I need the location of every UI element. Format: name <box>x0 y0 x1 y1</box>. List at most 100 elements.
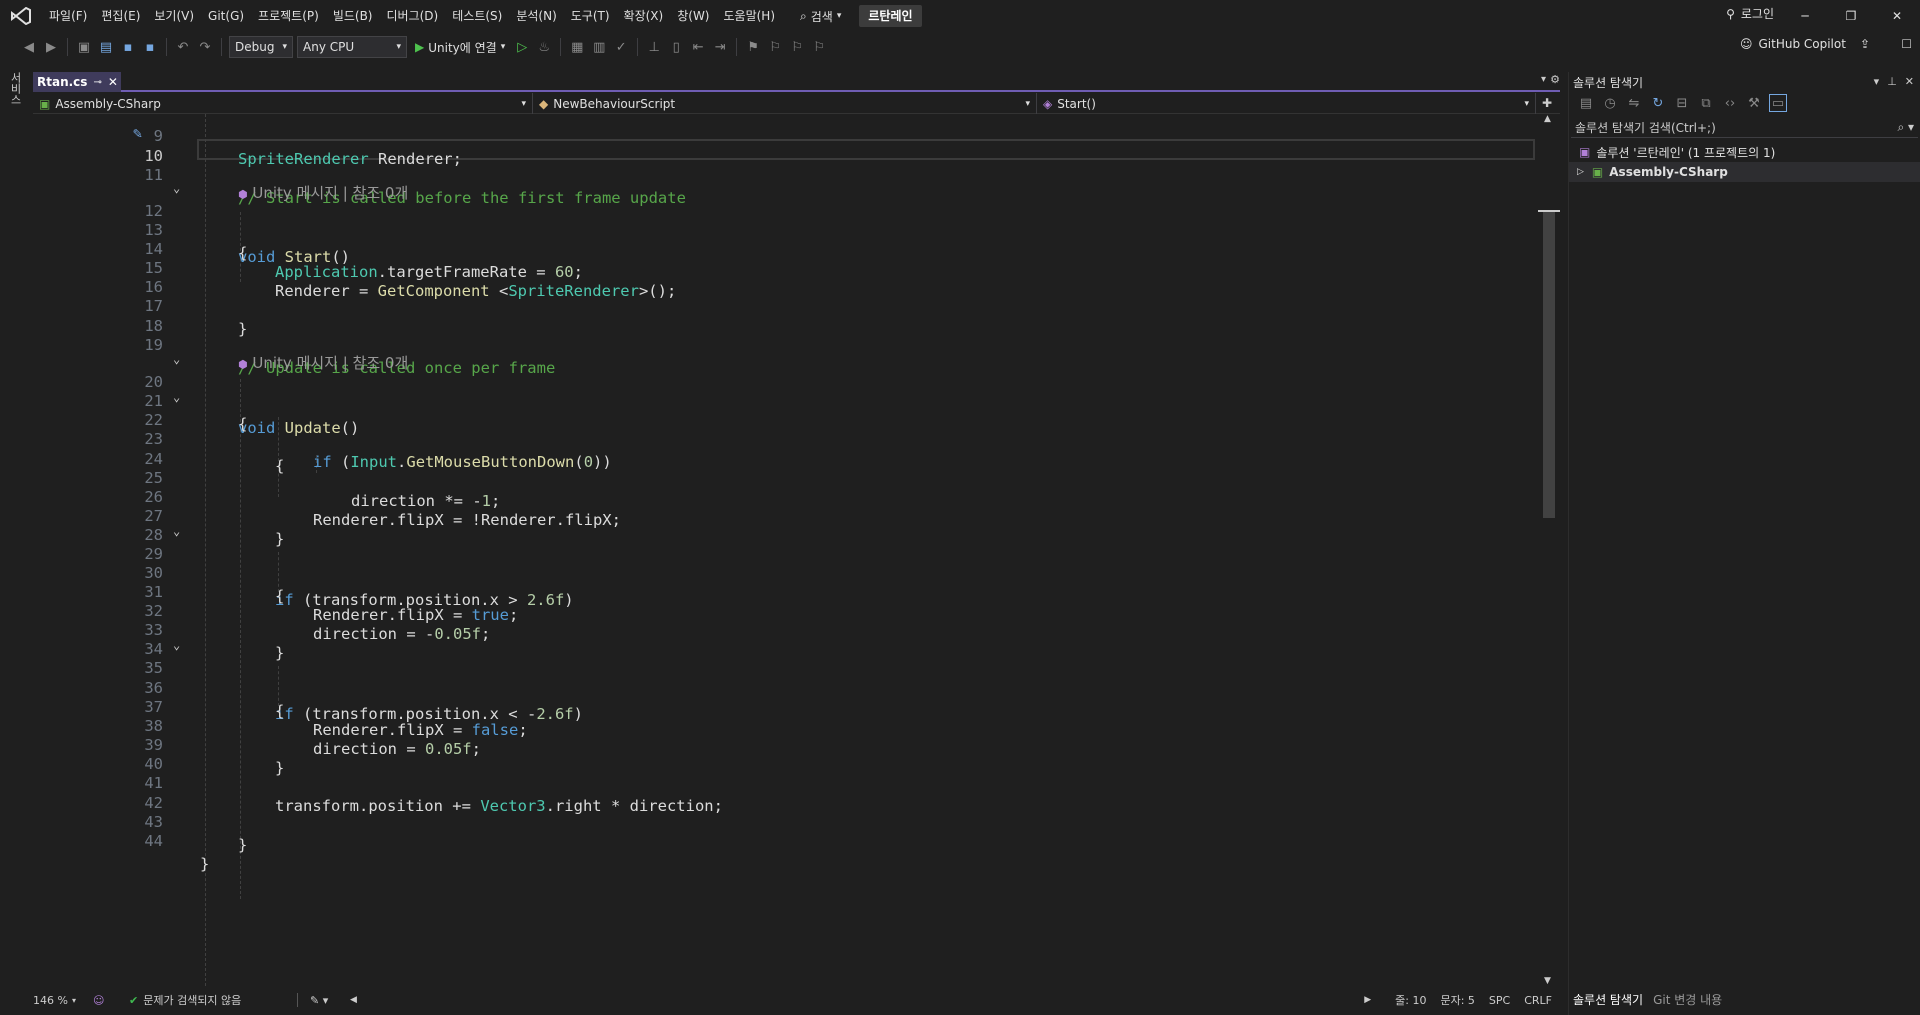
class-icon: ◆ <box>539 96 549 111</box>
global-search-button[interactable]: ⌕ 검색 ▾ <box>792 5 849 27</box>
outdent-icon[interactable]: ⇤ <box>689 38 707 56</box>
spell-check-icon[interactable]: ✓ <box>612 38 630 56</box>
left-tool-strip <box>0 62 28 1000</box>
switch-views-icon[interactable]: ▤ <box>1577 94 1595 112</box>
hot-reload-icon[interactable]: ♨ <box>535 38 553 56</box>
scroll-left-icon[interactable]: ◀ <box>350 995 357 1005</box>
menu-test[interactable]: 테스트(S) <box>445 5 509 27</box>
tab-rtan-cs[interactable]: Rtan.cs ⊸ ✕ <box>33 72 121 92</box>
undo-icon[interactable]: ↶ <box>174 38 192 56</box>
menu-project[interactable]: 프로젝트(P) <box>251 5 326 27</box>
step-icon[interactable]: ⊥ <box>645 38 663 56</box>
tab-list-dropdown-icon[interactable]: ▾ <box>1541 74 1546 85</box>
expand-arrow-icon[interactable]: ▷ <box>1577 167 1584 177</box>
member-dropdown[interactable]: ◈ Start() ▾ <box>1037 93 1536 114</box>
scrollbar-thumb[interactable] <box>1543 210 1555 518</box>
github-copilot-button[interactable]: ☺ GitHub Copilot ⇪ <box>1740 37 1870 51</box>
line-ending-indicator[interactable]: CRLF <box>1524 994 1552 1007</box>
scroll-down-icon[interactable]: ▼ <box>1544 976 1551 986</box>
solution-explorer-title-bar: 솔루션 탐색기 ▾ ⊥ ✕ <box>1569 72 1920 92</box>
preview-icon[interactable]: ▭ <box>1769 94 1787 112</box>
prev-bookmark-icon[interactable]: ⚐ <box>766 38 784 56</box>
tab-solution-explorer[interactable]: 솔루션 탐색기 <box>1573 991 1643 1008</box>
editor-vertical-scrollbar[interactable]: ▲ ▼ <box>1538 114 1560 986</box>
whitespace-indicator[interactable]: SPC <box>1489 994 1510 1007</box>
project-dropdown[interactable]: ▣ Assembly-CSharp ▾ <box>33 93 533 114</box>
menu-tools[interactable]: 도구(T) <box>564 5 617 27</box>
menu-analyze[interactable]: 분석(N) <box>509 5 563 27</box>
minimize-button[interactable]: ─ <box>1782 0 1828 32</box>
indent-icon[interactable]: ⇥ <box>711 38 729 56</box>
open-folder-icon[interactable]: ▤ <box>97 38 115 56</box>
solution-search-input[interactable]: 솔루션 탐색기 검색(Ctrl+;) ⌕ ▾ <box>1571 118 1918 138</box>
attach-unity-button[interactable]: ▶ Unity에 연결 ▾ <box>411 39 509 56</box>
tree-item-solution[interactable]: ▣ 솔루션 '르탄레인' (1 프로젝트의 1) <box>1569 142 1920 162</box>
columns-icon[interactable]: ▯ <box>667 38 685 56</box>
search-placeholder: 솔루션 탐색기 검색(Ctrl+;) <box>1575 121 1716 135</box>
pin-icon[interactable]: ⊥ <box>1887 75 1897 88</box>
scroll-up-icon[interactable]: ▲ <box>1544 114 1551 124</box>
menu-view[interactable]: 보기(V) <box>147 5 201 27</box>
browse-icon[interactable]: ▦ <box>568 38 586 56</box>
pending-changes-icon[interactable]: ◷ <box>1601 94 1619 112</box>
document-tab-bar: Rtan.cs ⊸ ✕ ▾ ⚙ <box>33 72 1560 92</box>
toolbar-separator <box>637 38 639 56</box>
close-window-button[interactable]: ✕ <box>1874 0 1920 32</box>
save-all-icon[interactable]: ▪ <box>141 38 159 56</box>
feedback-icon[interactable]: ☐ <box>1901 37 1912 51</box>
menu-build[interactable]: 빌드(B) <box>326 5 380 27</box>
save-icon[interactable]: ▪ <box>119 38 137 56</box>
split-editor-icon[interactable]: ✚ <box>1536 93 1558 113</box>
chevron-down-icon[interactable]: ▾ <box>1874 75 1880 88</box>
menu-git[interactable]: Git(G) <box>201 5 251 27</box>
panel-bottom-tabs: 솔루션 탐색기 Git 변경 내용 <box>1569 991 1722 1008</box>
forward-icon[interactable]: ▶ <box>42 38 60 56</box>
account-icon: ⚲ <box>1726 6 1735 21</box>
back-icon[interactable]: ◀ <box>20 38 38 56</box>
services-tab[interactable]: 서비스 <box>7 72 23 105</box>
gear-icon[interactable]: ⚙ <box>1550 73 1560 86</box>
show-all-files-icon[interactable]: ⧉ <box>1697 94 1715 112</box>
class-dropdown[interactable]: ◆ NewBehaviourScript ▾ <box>533 93 1037 114</box>
search-icon: ⌕ <box>800 8 807 23</box>
zoom-select[interactable]: 146 % ▾ <box>33 994 93 1007</box>
visual-studio-logo-icon[interactable] <box>0 0 42 32</box>
line-indicator[interactable]: 줄: 10 <box>1395 992 1426 1008</box>
clear-bookmarks-icon[interactable]: ⚐ <box>810 38 828 56</box>
new-project-icon[interactable]: ▣ <box>75 38 93 56</box>
chevron-down-icon: ▾ <box>521 98 526 109</box>
close-icon[interactable]: ✕ <box>108 75 118 89</box>
menu-help[interactable]: 도움말(H) <box>717 5 783 27</box>
layout-icon[interactable]: ▥ <box>590 38 608 56</box>
maximize-button[interactable]: ❐ <box>1828 0 1874 32</box>
attach-unity-label: Unity에 연결 <box>428 40 497 55</box>
menu-debug[interactable]: 디버그(D) <box>380 5 446 27</box>
refresh-icon[interactable]: ↻ <box>1649 94 1667 112</box>
issues-indicator[interactable]: ✔ 문제가 검색되지 않음 <box>129 992 297 1008</box>
menu-extensions[interactable]: 확장(X) <box>617 5 671 27</box>
scroll-right-icon[interactable]: ▶ <box>1364 995 1371 1005</box>
close-icon[interactable]: ✕ <box>1905 75 1914 88</box>
configuration-select[interactable]: Debug ▾ <box>229 36 293 58</box>
wrench-icon[interactable]: ⚒ <box>1745 94 1763 112</box>
sync-icon[interactable]: ⇋ <box>1625 94 1643 112</box>
tab-git-changes[interactable]: Git 변경 내용 <box>1653 991 1722 1008</box>
menu-window[interactable]: 창(W) <box>670 5 716 27</box>
menu-edit[interactable]: 편집(E) <box>94 5 147 27</box>
next-bookmark-icon[interactable]: ⚐ <box>788 38 806 56</box>
code-cleanup-icon[interactable]: ✎ ▾ <box>310 994 350 1007</box>
bookmark-icon[interactable]: ⚑ <box>744 38 762 56</box>
redo-icon[interactable]: ↷ <box>196 38 214 56</box>
start-without-debugging-icon[interactable]: ▷ <box>513 38 531 56</box>
menu-file[interactable]: 파일(F) <box>42 5 94 27</box>
navigation-bar: ▣ Assembly-CSharp ▾ ◆ NewBehaviourScript ▾… <box>33 93 1560 114</box>
tree-item-project[interactable]: ▷ ▣ Assembly-CSharp <box>1569 162 1920 182</box>
copilot-status-icon[interactable]: ☺ <box>93 994 129 1007</box>
code-icon[interactable]: ‹› <box>1721 94 1739 112</box>
platform-select[interactable]: Any CPU ▾ <box>297 36 407 58</box>
collapse-all-icon[interactable]: ⊟ <box>1673 94 1691 112</box>
login-button[interactable]: ⚲ 로그인 <box>1726 5 1774 22</box>
column-indicator[interactable]: 문자: 5 <box>1440 992 1474 1008</box>
code-editor[interactable]: 9 SpriteRenderer Renderer; 10 ✎ 11 // St… <box>33 114 1538 986</box>
pin-icon[interactable]: ⊸ <box>93 77 101 88</box>
